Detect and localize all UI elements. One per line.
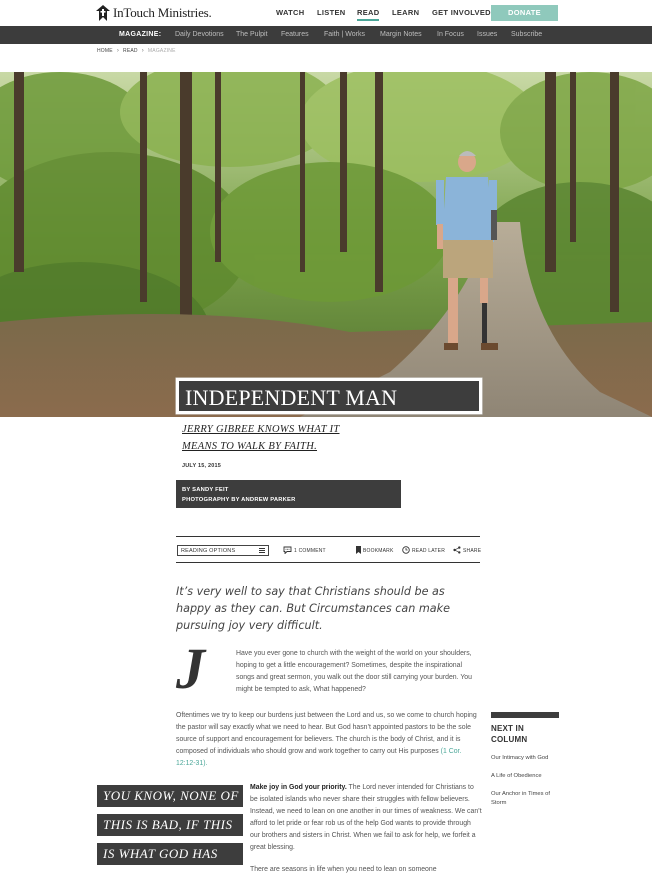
hero-image <box>0 72 652 417</box>
article-date: JULY 15, 2015 <box>182 463 221 469</box>
chevron-right-icon: › <box>116 48 120 54</box>
reading-options-label: READING OPTIONS <box>181 548 236 554</box>
subtitle-line-1: JERRY GIBREE KNOWS WHAT IT <box>182 424 340 435</box>
share-label: SHARE <box>463 548 482 554</box>
pull-quote-line-1: YOU KNOW, NONE OF <box>97 785 243 807</box>
byline-box: BY SANDY FEIT PHOTOGRAPHY BY ANDREW PARK… <box>176 480 401 508</box>
nav-listen[interactable]: LISTEN <box>317 8 345 17</box>
article-toolbar: READING OPTIONS 1 COMMENT BOOKMARK READ … <box>176 536 481 563</box>
chevron-right-icon: › <box>141 48 144 54</box>
paragraph-3-lead: Make joy in God your priority. <box>250 784 347 791</box>
breadcrumb-home[interactable]: HOME <box>97 48 113 54</box>
reading-options-select[interactable]: READING OPTIONS <box>177 545 269 556</box>
donate-button[interactable]: DONATE <box>491 5 558 21</box>
nav-read[interactable]: READ <box>357 8 380 21</box>
subtitle-line-2: MEANS TO WALK BY FAITH. <box>182 441 318 452</box>
breadcrumb: HOME › READ › MAGAZINE <box>97 48 176 54</box>
nav-watch[interactable]: WATCH <box>276 8 304 17</box>
breadcrumb-magazine: MAGAZINE <box>147 48 176 54</box>
sidebar-heading: NEXT IN COLUMN <box>491 723 559 745</box>
author-credit: BY SANDY FEIT <box>182 487 229 493</box>
bookmark-label: BOOKMARK <box>363 548 394 554</box>
nav-learn[interactable]: LEARN <box>392 8 419 17</box>
photo-credit: PHOTOGRAPHY BY ANDREW PARKER <box>182 497 296 503</box>
read-later-button[interactable]: READ LATER <box>402 546 445 556</box>
pull-quote: YOU KNOW, NONE OF THIS IS BAD, IF THIS I… <box>97 785 243 872</box>
logo[interactable]: InTouch Ministries. <box>96 5 212 21</box>
nav-get-involved[interactable]: GET INVOLVED <box>432 8 491 17</box>
magazine-item-the-pulpit[interactable]: The Pulpit <box>236 31 268 38</box>
logo-mark-icon <box>96 5 110 21</box>
pull-quote-line-3: IS WHAT GOD HAS <box>97 843 243 865</box>
magazine-item-margin-notes[interactable]: Margin Notes <box>380 31 422 38</box>
bookmark-icon <box>356 546 361 556</box>
article-title-box: INDEPENDENT MAN <box>176 378 482 414</box>
body-paragraph-3: Make joy in God your priority. The Lord … <box>250 782 482 854</box>
article-title: INDEPENDENT MAN <box>185 385 398 410</box>
breadcrumb-read[interactable]: READ <box>123 48 138 54</box>
share-button[interactable]: SHARE <box>453 546 481 556</box>
read-later-label: READ LATER <box>412 548 446 554</box>
bookmark-button[interactable]: BOOKMARK <box>356 546 394 556</box>
article-subtitle: JERRY GIBREE KNOWS WHAT IT MEANS TO WALK… <box>182 421 382 455</box>
magazine-item-daily-devotions[interactable]: Daily Devotions <box>175 31 224 38</box>
comments-link[interactable]: 1 COMMENT <box>283 546 326 556</box>
body-paragraph-4: There are seasons in life when you need … <box>250 866 437 873</box>
magazine-bar: MAGAZINE: Daily Devotions The Pulpit Fea… <box>0 26 652 44</box>
drop-cap: J <box>176 636 205 701</box>
pull-quote-line-2: THIS IS BAD, IF THIS <box>97 814 243 836</box>
magazine-item-features[interactable]: Features <box>281 31 309 38</box>
menu-icon <box>259 548 265 553</box>
site-header: InTouch Ministries. WATCH LISTEN READ LE… <box>0 0 652 26</box>
clock-icon <box>402 546 410 556</box>
sidebar-divider <box>491 712 559 718</box>
body-paragraph-1: Have you ever gone to church with the we… <box>236 650 472 693</box>
body-paragraph-2: Oftentimes we try to keep our burdens ju… <box>176 710 482 770</box>
sidebar-heading-line-2: COLUMN <box>491 735 528 744</box>
magazine-item-in-focus[interactable]: In Focus <box>437 31 464 38</box>
logo-text: InTouch Ministries. <box>113 5 212 20</box>
sidebar-link-anchor[interactable]: Our Anchor in Times of Storm <box>491 790 559 808</box>
sidebar-heading-line-1: NEXT IN <box>491 724 524 733</box>
next-in-column-sidebar: NEXT IN COLUMN Our Intimacy with God A L… <box>491 712 559 808</box>
sidebar-link-intimacy[interactable]: Our Intimacy with God <box>491 754 559 763</box>
magazine-item-subscribe[interactable]: Subscribe <box>511 31 542 38</box>
magazine-item-issues[interactable]: Issues <box>477 31 497 38</box>
comment-icon <box>283 546 292 556</box>
paragraph-2-text: Oftentimes we try to keep our burdens ju… <box>176 712 477 755</box>
paragraph-3-text: The Lord never intended for Christians t… <box>250 784 482 851</box>
article-lede: It’s very well to say that Christians sh… <box>176 585 451 632</box>
magazine-item-faith-works[interactable]: Faith | Works <box>324 31 365 38</box>
share-icon <box>453 546 461 556</box>
sidebar-link-obedience[interactable]: A Life of Obedience <box>491 772 559 781</box>
magazine-label: MAGAZINE: <box>119 31 162 38</box>
comments-label: 1 COMMENT <box>294 548 326 554</box>
